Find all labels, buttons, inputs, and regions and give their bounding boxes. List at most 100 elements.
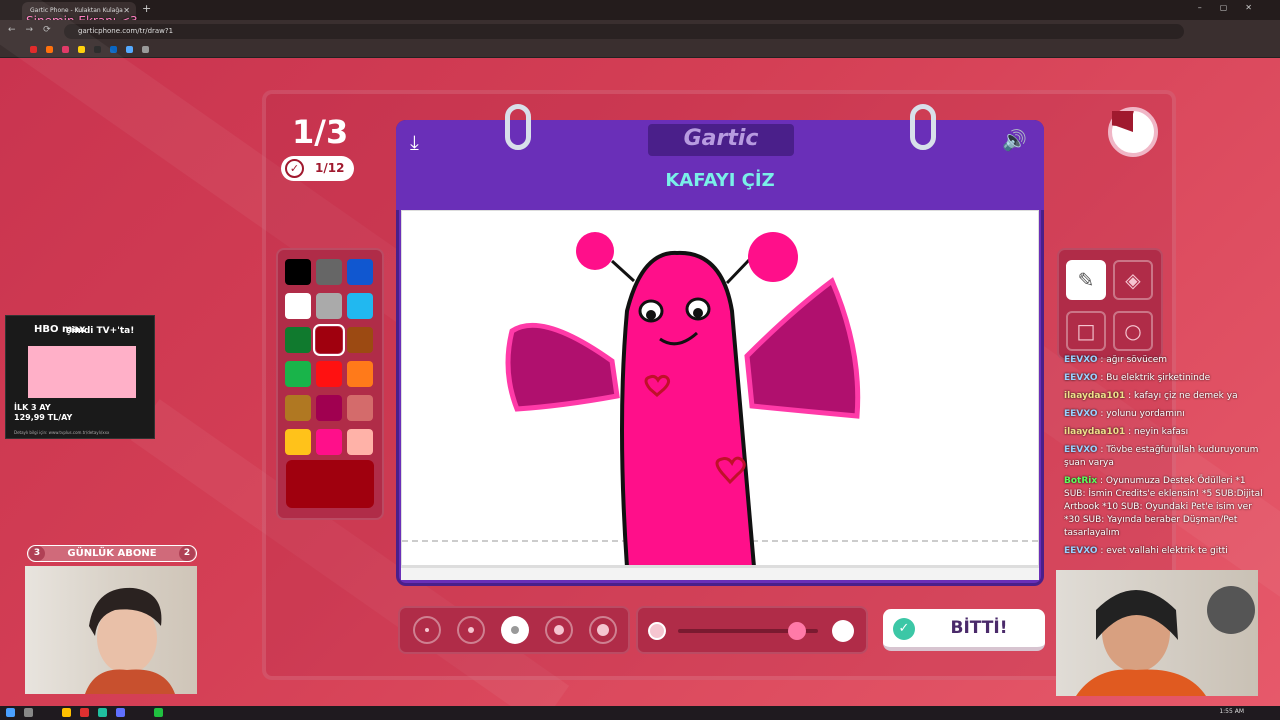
color-swatch[interactable] bbox=[285, 327, 311, 353]
color-swatch[interactable] bbox=[316, 293, 342, 319]
eraser-tool-icon[interactable]: ◈ bbox=[1113, 260, 1153, 300]
color-swatch[interactable] bbox=[316, 259, 342, 285]
brush-size-button[interactable] bbox=[501, 616, 529, 644]
app-icon[interactable] bbox=[116, 708, 125, 717]
chat-message: EEVXO : Bu elektrik şirketininde bbox=[1064, 372, 1264, 385]
color-swatch[interactable] bbox=[347, 327, 373, 353]
notebook-ring bbox=[910, 104, 936, 150]
download-icon[interactable]: ⤓ bbox=[410, 130, 419, 154]
url-field[interactable]: garticphone.com/tr/draw?1 bbox=[64, 24, 1184, 39]
color-swatch[interactable] bbox=[347, 293, 373, 319]
brush-size-button[interactable] bbox=[457, 616, 485, 644]
color-swatch[interactable] bbox=[316, 361, 342, 387]
advertisement[interactable]: HBO max şimdi TV+'ta! İLK 3 AY 129,99 TL… bbox=[5, 315, 155, 439]
color-swatch[interactable] bbox=[285, 293, 311, 319]
ad-headline: şimdi TV+'ta! bbox=[66, 326, 135, 336]
folder-icon[interactable] bbox=[62, 708, 71, 717]
chat-username[interactable]: ilaaydaa101 bbox=[1064, 391, 1125, 401]
chat-message: BotRix : Oyunumuza Destek Ödülleri *1 SU… bbox=[1064, 475, 1264, 540]
brush-size-dot bbox=[468, 627, 474, 633]
app-icon[interactable] bbox=[98, 708, 107, 717]
color-swatch[interactable] bbox=[285, 395, 311, 421]
done-label: BİTTİ! bbox=[950, 618, 1008, 638]
color-swatch[interactable] bbox=[347, 395, 373, 421]
brush-size-button[interactable] bbox=[413, 616, 441, 644]
color-swatch[interactable] bbox=[347, 361, 373, 387]
chat-username[interactable]: BotRix bbox=[1064, 476, 1097, 486]
drawing bbox=[402, 232, 1038, 565]
webcam-streamer-2 bbox=[1056, 570, 1258, 696]
opacity-panel bbox=[636, 606, 868, 654]
color-swatch[interactable] bbox=[285, 361, 311, 387]
notebook-ring bbox=[505, 104, 531, 150]
sub-count-left: 3 bbox=[29, 546, 45, 561]
brush-size-button[interactable] bbox=[589, 616, 617, 644]
sub-count-right: 2 bbox=[179, 546, 195, 561]
timer-icon bbox=[1108, 107, 1158, 157]
color-swatch[interactable] bbox=[285, 429, 311, 455]
chat-message: EEVXO : Tövbe estağfurullah kuduruyorum … bbox=[1064, 444, 1264, 470]
color-swatch[interactable] bbox=[316, 395, 342, 421]
color-swatch[interactable] bbox=[347, 259, 373, 285]
color-swatch[interactable] bbox=[347, 429, 373, 455]
drawing-canvas[interactable] bbox=[401, 210, 1039, 566]
webcam-streamer-1 bbox=[25, 566, 197, 694]
bookmarks-bar bbox=[0, 42, 1280, 58]
chat-username[interactable]: EEVXO bbox=[1064, 546, 1098, 556]
color-swatch[interactable] bbox=[316, 429, 342, 455]
taskbar bbox=[0, 706, 1280, 720]
rectangle-tool-icon[interactable]: □ bbox=[1066, 311, 1106, 351]
opacity-low-icon bbox=[648, 622, 666, 640]
brush-size-button[interactable] bbox=[545, 616, 573, 644]
bookmark-icon[interactable] bbox=[142, 46, 149, 53]
chat-username[interactable]: EEVXO bbox=[1064, 445, 1098, 455]
daily-sub-counter: 3 GÜNLÜK ABONE 2 bbox=[27, 545, 197, 562]
drawing-prompt: KAFAYI ÇİZ bbox=[665, 170, 775, 191]
chat-username[interactable]: EEVXO bbox=[1064, 355, 1098, 365]
sound-icon[interactable]: 🔊 bbox=[1002, 128, 1027, 152]
brush-size-dot bbox=[597, 624, 609, 636]
chat-text: : Bu elektrik şirketininde bbox=[1097, 373, 1211, 383]
round-indicator: 1/3 bbox=[292, 113, 349, 151]
stream-chat: EEVXO : ağır sövücem EEVXO : Bu elektrik … bbox=[1064, 354, 1264, 563]
notebook-bottom bbox=[401, 566, 1039, 580]
ad-price: İLK 3 AY 129,99 TL/AY bbox=[14, 403, 73, 422]
opacity-slider-handle[interactable] bbox=[788, 622, 806, 640]
chat-message: EEVXO : evet vallahi elektrik te gitti bbox=[1064, 545, 1264, 558]
new-tab-icon[interactable]: + bbox=[142, 2, 151, 15]
current-color-preview bbox=[286, 460, 374, 508]
counter-value: 1/12 bbox=[315, 161, 345, 175]
chat-text: : kafayı çiz ne demek ya bbox=[1125, 391, 1238, 401]
color-swatch[interactable] bbox=[313, 324, 345, 356]
chat-text: : evet vallahi elektrik te gitti bbox=[1097, 546, 1228, 556]
bookmark-icon[interactable] bbox=[126, 46, 133, 53]
brush-size-dot bbox=[425, 628, 429, 632]
chat-message: ilaaydaa101 : kafayı çiz ne demek ya bbox=[1064, 390, 1264, 403]
pencil-tool-icon[interactable]: ✎ bbox=[1066, 260, 1106, 300]
chat-text: : yolunu yordamını bbox=[1097, 409, 1185, 419]
start-icon[interactable] bbox=[6, 708, 15, 717]
chat-username[interactable]: ilaaydaa101 bbox=[1064, 427, 1125, 437]
brush-size-dot bbox=[554, 625, 564, 635]
gartic-logo: Gartic bbox=[648, 124, 794, 156]
browser-icon[interactable] bbox=[80, 708, 89, 717]
chat-message: EEVXO : ağır sövücem bbox=[1064, 354, 1264, 367]
chat-username[interactable]: EEVXO bbox=[1064, 373, 1098, 383]
opacity-high-icon bbox=[832, 620, 854, 642]
check-icon: ✓ bbox=[285, 159, 304, 178]
chat-message: EEVXO : yolunu yordamını bbox=[1064, 408, 1264, 421]
chat-text: : ağır sövücem bbox=[1097, 355, 1168, 365]
chat-username[interactable]: EEVXO bbox=[1064, 409, 1098, 419]
players-done-counter: ✓ 1/12 bbox=[281, 156, 354, 181]
chat-message: ilaaydaa101 : neyin kafası bbox=[1064, 426, 1264, 439]
done-button[interactable]: ✓ BİTTİ! bbox=[883, 609, 1045, 651]
brush-size-dot bbox=[511, 626, 519, 634]
search-icon[interactable] bbox=[24, 708, 33, 717]
browser-titlebar bbox=[0, 0, 1280, 20]
sub-label: GÜNLÜK ABONE bbox=[67, 548, 157, 559]
window-controls[interactable]: –▢✕ bbox=[1198, 3, 1270, 12]
color-swatch[interactable] bbox=[285, 259, 311, 285]
app-icon[interactable] bbox=[154, 708, 163, 717]
ad-image bbox=[28, 346, 136, 398]
ellipse-tool-icon[interactable]: ○ bbox=[1113, 311, 1153, 351]
